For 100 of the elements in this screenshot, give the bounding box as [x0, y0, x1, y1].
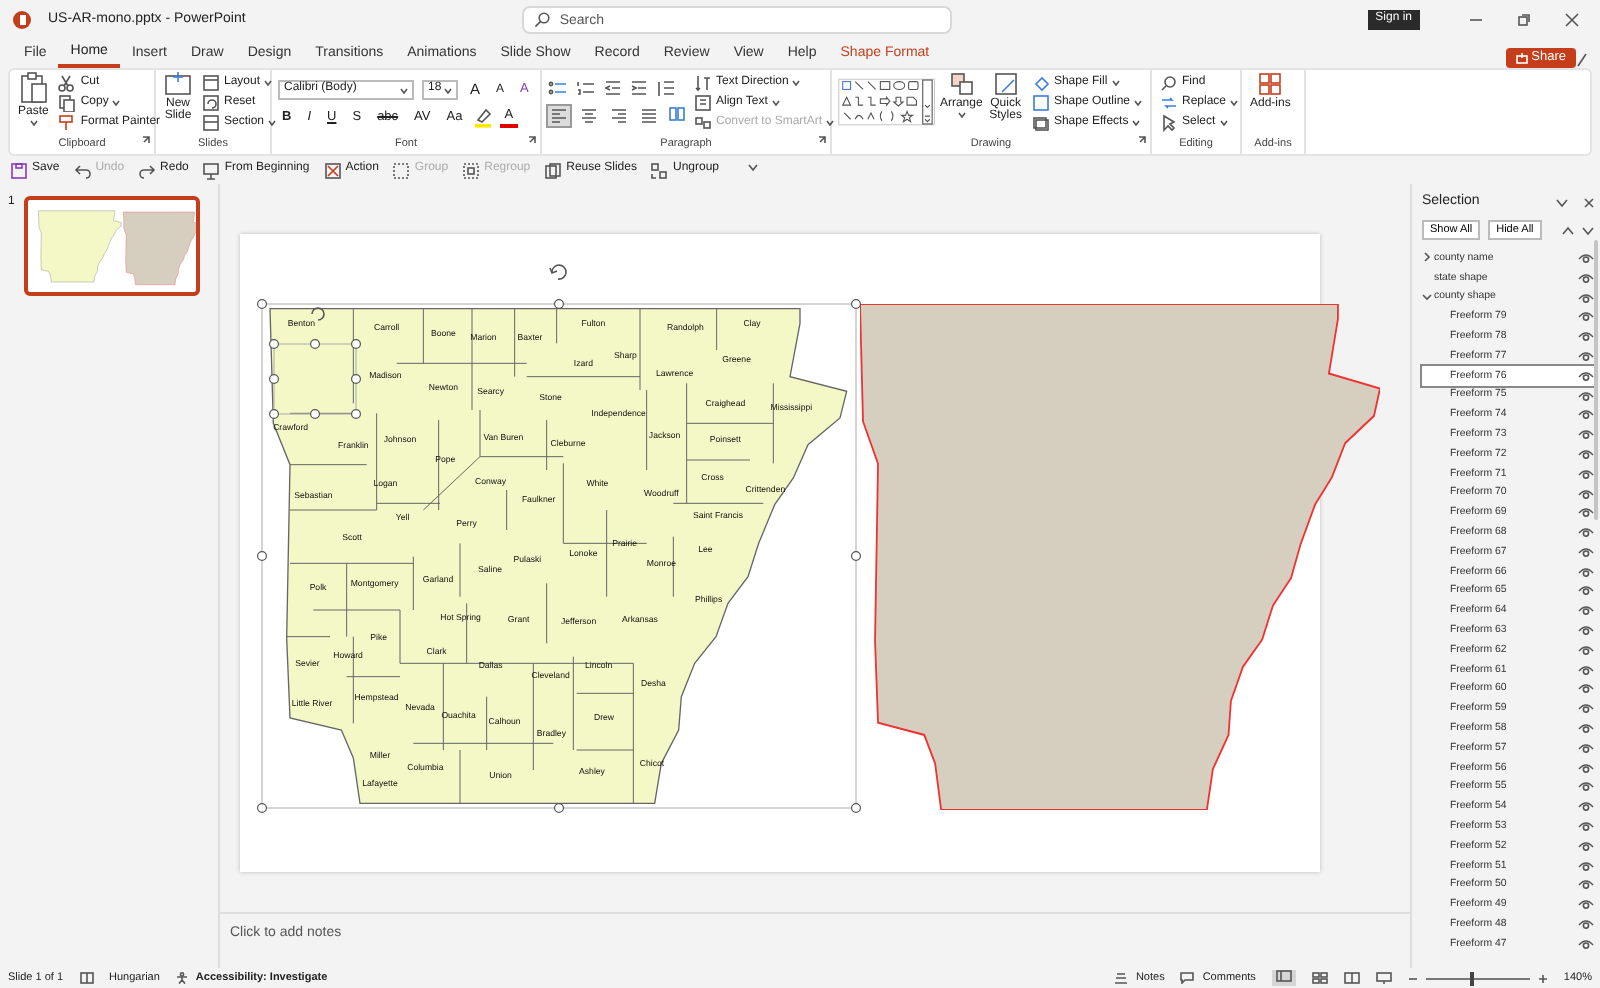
eye-icon: [1578, 702, 1594, 715]
eye-icon: [1578, 682, 1594, 695]
numbering-icon: [576, 80, 596, 98]
scrollbar[interactable]: [1594, 240, 1598, 520]
caret-icon: [112, 99, 121, 105]
caret-icon: [1111, 79, 1120, 85]
eye-icon: [1578, 447, 1594, 460]
expanded-chevron-icon: [1422, 292, 1432, 303]
caret-icon: [792, 79, 801, 85]
caret-icon: [1230, 99, 1239, 105]
notes-icon: [1113, 972, 1128, 984]
presentation-icon: [202, 161, 221, 179]
caret-icon: [1219, 119, 1228, 125]
move-down-icon: [1582, 225, 1594, 236]
caret-icon: [826, 119, 835, 125]
close-icon: [1564, 12, 1580, 28]
action-icon: [323, 161, 342, 179]
share-icon: [1515, 52, 1528, 65]
eye-icon: [1578, 780, 1594, 793]
accessibility-icon: [175, 972, 188, 984]
eye-icon: [1578, 643, 1594, 656]
caret-icon: [1134, 99, 1142, 105]
reset-icon: [202, 93, 220, 111]
eye-icon: [1578, 291, 1594, 304]
eye-icon: [1578, 389, 1594, 402]
section-icon: [202, 113, 220, 131]
eye-icon: [1578, 663, 1594, 676]
caret-icon: [29, 120, 38, 126]
slides-icon: [544, 161, 563, 179]
cut-icon: [58, 73, 77, 91]
copy-icon: [58, 93, 77, 111]
alignment-button[interactable]: [548, 106, 570, 126]
justify-icon: [640, 108, 658, 124]
eye-icon: [1578, 800, 1594, 813]
columns-icon: [668, 106, 686, 122]
eye-icon: [1578, 604, 1594, 617]
rotate-handle-icon[interactable]: [311, 307, 325, 321]
regroup-icon: [462, 161, 481, 179]
comment-icon: [1180, 972, 1195, 984]
redo-icon: [138, 161, 157, 179]
eye-icon: [1578, 878, 1594, 891]
rotate-handle-icon[interactable]: [549, 264, 567, 280]
align-text-icon: [694, 93, 712, 111]
alignment-button[interactable]: [638, 106, 660, 126]
caret-icon: [264, 79, 273, 85]
caret-icon: [444, 87, 452, 93]
caret-icon: [400, 87, 408, 93]
customize-caret-icon: [747, 163, 757, 172]
collapsed-chevron-icon: [1422, 252, 1432, 263]
eye-icon: [1578, 506, 1594, 519]
eye-icon: [1578, 859, 1594, 872]
paintbrush-icon: [58, 113, 77, 131]
group-icon: [392, 161, 411, 179]
shape-effects-icon: [1031, 113, 1050, 131]
shape-selection-frame[interactable]: [269, 339, 361, 419]
eye-icon: [1578, 545, 1594, 558]
grid-icon: [1258, 72, 1283, 96]
eye-icon: [1578, 741, 1594, 754]
undo-icon: [73, 161, 92, 179]
eye-icon: [1578, 408, 1594, 421]
eye-icon: [1578, 487, 1594, 499]
eye-icon: [1578, 839, 1594, 852]
eye-icon: [1578, 310, 1594, 323]
slide-thumbnail[interactable]: [24, 196, 200, 296]
zoom-out-icon: [1407, 973, 1418, 983]
eye-icon: [1578, 330, 1594, 343]
eye-icon: [1578, 271, 1594, 284]
close-icon: [1584, 197, 1594, 207]
caret-icon: [771, 99, 780, 105]
restore-icon: [1516, 12, 1532, 28]
eye-icon: [1578, 526, 1594, 539]
eye-icon: [1578, 937, 1594, 950]
zoom-slider-thumb[interactable]: [1469, 971, 1474, 985]
save-icon: [10, 161, 28, 179]
eye-icon: [1578, 349, 1594, 362]
align-left-icon: [550, 108, 568, 124]
app-logo-icon: [12, 10, 32, 30]
decrease-indent-icon: [604, 80, 622, 98]
eye-icon: [1578, 918, 1594, 931]
dialog-launcher-icon: [1138, 135, 1146, 144]
slide-icon: [164, 72, 192, 96]
move-up-icon: [1562, 225, 1574, 236]
alignment-button[interactable]: [578, 106, 600, 126]
caret-icon: [268, 119, 277, 125]
spelling-icon: [79, 972, 94, 984]
zoom-in-icon: [1537, 973, 1548, 983]
slide-sorter-icon: [1311, 972, 1328, 984]
eye-icon: [1578, 369, 1594, 382]
caret-icon: [957, 112, 966, 118]
eye-icon: [1578, 251, 1594, 264]
eye-icon: [1578, 428, 1594, 441]
dialog-launcher-icon: [142, 135, 150, 144]
normal-view-icon: [1275, 970, 1292, 983]
alignment-button[interactable]: [608, 106, 630, 126]
reading-view-icon: [1343, 972, 1360, 984]
eye-icon: [1578, 761, 1594, 774]
eye-icon: [1578, 898, 1594, 911]
eye-icon: [1578, 584, 1594, 597]
caret-icon: [1132, 119, 1141, 125]
bullets-icon: [548, 80, 568, 98]
